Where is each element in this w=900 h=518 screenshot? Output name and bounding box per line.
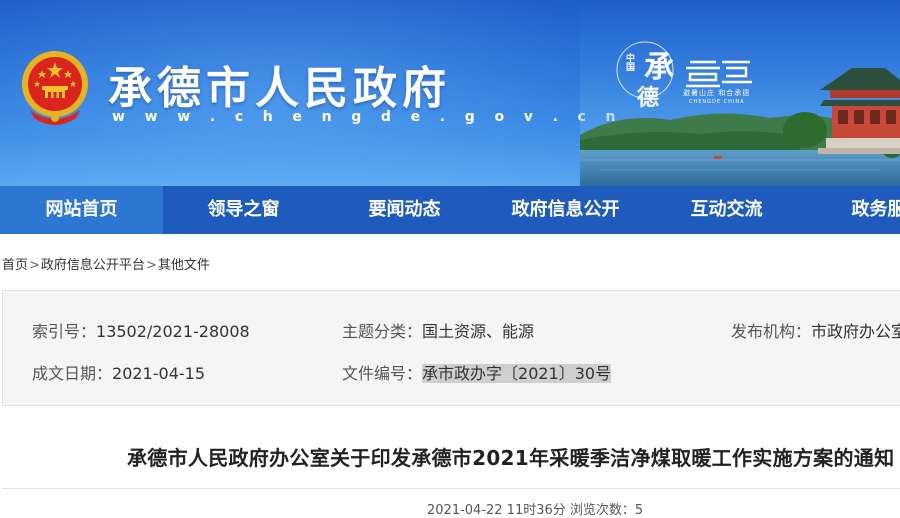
info-publisher-value: 市政府办公室 [811,322,900,341]
nav-services[interactable]: 政务服务 [807,186,900,234]
nav-home[interactable]: 网站首页 [0,186,163,234]
info-index: 索引号：13502/2021-28008 [32,318,250,342]
info-topic-value: 国土资源、能源 [422,322,535,341]
site-banner: 承德市人民政府 w w w . c h e n g d e . g o v . … [0,0,900,186]
breadcrumb-other-files[interactable]: 其他文件 [158,258,210,273]
info-docno-value: 承市政办字〔2021〕30号 [422,364,612,383]
info-publisher-label: 发布机构： [731,322,812,341]
site-url: w w w . c h e n g d e . g o v . c n [112,109,623,125]
nav-news[interactable]: 要闻动态 [324,186,485,234]
logo-de-text: 德 [637,85,660,111]
document-info-box: 索引号：13502/2021-28008 主题分类：国土资源、能源 发布机构：市… [2,290,900,406]
title-divider [2,488,900,489]
document-title: 承德市人民政府办公室关于印发承德市2021年采暖季洁净煤取暖工作实施方案的通知 [127,446,895,470]
breadcrumb-home[interactable]: 首页 [2,258,28,273]
national-emblem-icon [22,51,88,125]
info-topic: 主题分类：国土资源、能源 [342,318,534,342]
document-meta: 2021-04-22 11时36分 浏览次数：5 [427,503,644,518]
logo-slogan: 避暑山庄 和合承德 [683,89,751,97]
logo-zhongguo-text: 中国 [624,53,634,71]
info-date-value: 2021-04-15 [112,364,205,383]
nav-leaders[interactable]: 领导之窗 [163,186,324,234]
nav-gov-info[interactable]: 政府信息公开 [485,186,646,234]
info-topic-label: 主题分类： [342,322,423,341]
main-nav: 网站首页 领导之窗 要闻动态 政府信息公开 互动交流 政务服务 [0,186,900,234]
info-publisher: 发布机构：市政府办公室 [731,318,900,342]
info-date: 成文日期：2021-04-15 [32,360,205,384]
breadcrumb-separator: > [145,258,157,273]
breadcrumb-gov-info-platform[interactable]: 政府信息公开平台 [41,258,145,273]
site-name: 承德市人民政府 [108,64,451,113]
info-date-label: 成文日期： [32,364,113,383]
info-index-value: 13502/2021-28008 [96,322,250,341]
breadcrumb: 首页>政府信息公开平台>其他文件 [2,254,210,273]
breadcrumb-separator: > [29,258,40,273]
logo-english: CHENGDE CHINA [689,99,745,105]
info-docno-label: 文件编号： [342,364,423,383]
info-docno: 文件编号：承市政办字〔2021〕30号 [342,360,612,384]
info-index-label: 索引号： [32,322,97,341]
nav-interaction[interactable]: 互动交流 [646,186,807,234]
